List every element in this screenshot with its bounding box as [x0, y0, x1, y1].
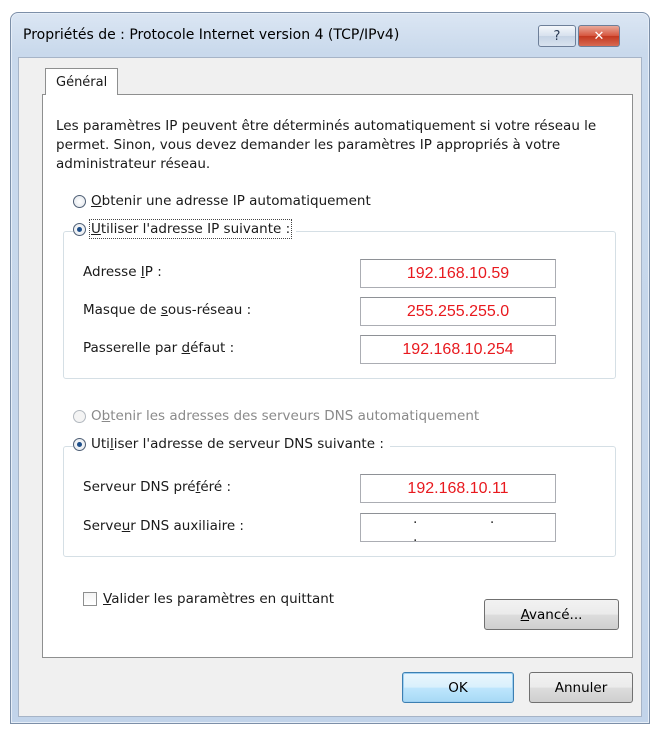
default-gateway-field[interactable]: 192.168.10.254 — [360, 335, 556, 364]
radio-use-following-ip-label: Utiliser l'adresse IP suivante : — [88, 219, 293, 239]
ip-address-value: 192.168.10.59 — [406, 264, 510, 282]
close-icon: ✕ — [593, 28, 605, 44]
radio-use-following-dns[interactable]: Utiliser l'adresse de serveur DNS suivan… — [73, 436, 390, 452]
radio-use-following-ip[interactable]: Utiliser l'adresse IP suivante : — [73, 219, 297, 239]
preferred-dns-field[interactable]: 192.168.10.11 — [360, 474, 556, 503]
radio-use-following-dns-label: Utiliser l'adresse de serveur DNS suivan… — [91, 436, 384, 452]
radio-obtain-dns-auto[interactable]: Obtenir les adresses des serveurs DNS au… — [73, 408, 479, 424]
alternate-dns-field[interactable]: . . . — [360, 510, 556, 545]
default-gateway-value: 192.168.10.254 — [402, 340, 514, 358]
close-button[interactable]: ✕ — [578, 25, 620, 47]
subnet-mask-label: Masque de sous-réseau : — [83, 302, 252, 318]
advanced-button[interactable]: Avancé... — [484, 599, 619, 630]
tab-general[interactable]: Général — [45, 68, 119, 95]
ok-button-label: OK — [448, 679, 468, 696]
alternate-dns-label: Serveur DNS auxiliaire : — [83, 518, 244, 534]
intro-text: Les paramètres IP peuvent être déterminé… — [56, 118, 597, 172]
advanced-button-label: Avancé... — [520, 606, 583, 623]
ip-address-field[interactable]: 192.168.10.59 — [360, 259, 556, 288]
radio-use-following-ip-indicator[interactable] — [73, 222, 86, 236]
ip-address-label: Adresse IP : — [83, 264, 162, 280]
radio-obtain-dns-auto-indicator[interactable] — [73, 409, 86, 423]
validate-settings-label: Valider les paramètres en quittant — [103, 591, 335, 607]
radio-obtain-dns-auto-label: Obtenir les adresses des serveurs DNS au… — [91, 408, 480, 424]
help-button[interactable]: ? — [538, 25, 576, 47]
preferred-dns-label: Serveur DNS préféré : — [83, 479, 232, 495]
tab-general-label: Général — [56, 74, 108, 90]
cancel-button[interactable]: Annuler — [529, 672, 633, 703]
ok-button[interactable]: OK — [402, 672, 514, 703]
subnet-mask-field[interactable]: 255.255.255.0 — [360, 297, 556, 326]
title-bar[interactable]: Propriétés de : Protocole Internet versi… — [11, 13, 649, 57]
validate-settings-checkbox[interactable] — [83, 592, 97, 606]
default-gateway-label: Passerelle par défaut : — [83, 340, 235, 356]
dialog-client-area: Général Les paramètres IP peuvent être d… — [18, 57, 642, 717]
window-title: Propriétés de : Protocole Internet versi… — [23, 27, 400, 43]
preferred-dns-value: 192.168.10.11 — [407, 479, 509, 497]
validate-settings-on-exit[interactable]: Valider les paramètres en quittant — [83, 591, 334, 607]
help-icon: ? — [553, 28, 561, 44]
tcpipv4-properties-dialog: Propriétés de : Protocole Internet versi… — [10, 12, 650, 724]
radio-obtain-ip-auto-indicator[interactable] — [73, 194, 86, 208]
general-tab-panel: Les paramètres IP peuvent être déterminé… — [42, 94, 633, 658]
radio-obtain-ip-auto[interactable]: Obtenir une adresse IP automatiquement — [73, 193, 371, 209]
cancel-button-label: Annuler — [554, 679, 608, 696]
radio-use-following-dns-indicator[interactable] — [73, 437, 86, 451]
alternate-dns-value: . . . — [413, 509, 529, 545]
subnet-mask-value: 255.255.255.0 — [406, 302, 510, 320]
radio-obtain-ip-auto-label: Obtenir une adresse IP automatiquement — [91, 193, 371, 209]
